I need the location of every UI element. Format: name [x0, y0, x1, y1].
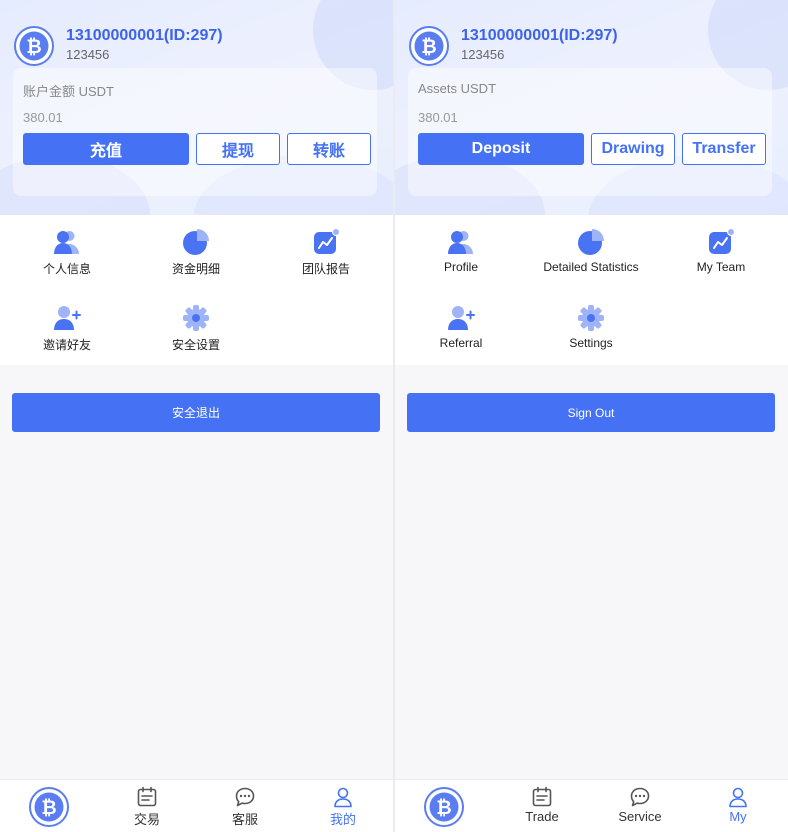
bottom-tab-bar: ₿ 交易 客服 我的 [0, 779, 393, 832]
menu-item-settings[interactable]: Settings [526, 304, 656, 364]
menu-label-referral: 邀请好友 [42, 338, 91, 352]
tab-label-trade: 交易 [133, 812, 160, 827]
tab-trade[interactable]: 交易 [98, 780, 196, 832]
bitcoin-logo-icon: ₿ [29, 787, 69, 827]
users-icon [54, 231, 79, 254]
account-password: 123456 [66, 47, 110, 62]
add-user-icon [448, 306, 475, 330]
chat-icon [630, 787, 650, 807]
add-user-icon [54, 306, 81, 330]
feature-menu: Profile Detailed Statistics My Team Refe… [395, 215, 788, 365]
account-id: 13100000001(ID:297) [461, 27, 618, 44]
balance-label: 账户金额 USDT [23, 84, 115, 99]
tab-service[interactable]: Service [591, 780, 689, 832]
account-password: 123456 [461, 47, 505, 62]
person-icon [334, 787, 352, 808]
menu-item-referral[interactable]: Referral [396, 304, 526, 364]
menu-label-referral: Referral [439, 336, 483, 350]
deposit-button[interactable]: 充值 [23, 133, 189, 165]
withdraw-button[interactable]: Drawing [591, 133, 675, 165]
tab-service[interactable]: 客服 [196, 780, 294, 832]
bottom-tab-bar: ₿ Trade Service My [395, 779, 788, 832]
trend-chart-icon [709, 228, 735, 254]
balance-card: 账户金额 USDT 380.01 充值 提现 转账 [13, 68, 377, 196]
menu-label-settings: Settings [569, 336, 613, 350]
pie-chart-icon [183, 229, 209, 255]
bitcoin-logo-icon: ₿ [409, 26, 449, 66]
balance-label: Assets USDT [418, 81, 497, 96]
menu-item-team[interactable]: 团队报告 [261, 228, 391, 288]
account-header: ₿ 13100000001(ID:297) 123456 账户金额 USDT 3… [0, 0, 393, 215]
balance-value: 380.01 [418, 110, 458, 125]
gear-icon [578, 305, 604, 331]
deposit-button[interactable]: Deposit [418, 133, 584, 165]
mobile-screen-chinese: ₿ 13100000001(ID:297) 123456 账户金额 USDT 3… [0, 0, 393, 832]
trend-chart-icon [314, 228, 340, 254]
menu-label-statistics: 资金明细 [171, 262, 220, 276]
balance-card: Assets USDT 380.01 Deposit Drawing Trans… [408, 68, 772, 196]
tab-label-my: My [729, 809, 747, 824]
transfer-button[interactable]: 转账 [287, 133, 371, 165]
mobile-screen-english: ₿ 13100000001(ID:297) 123456 Assets USDT… [395, 0, 788, 832]
calendar-icon [137, 786, 157, 807]
bitcoin-logo-icon: ₿ [424, 787, 464, 827]
tab-home[interactable]: ₿ [395, 780, 493, 832]
balance-value: 380.01 [23, 110, 63, 125]
chat-icon [235, 787, 255, 807]
users-icon [448, 231, 473, 254]
menu-label-profile: 个人信息 [42, 262, 91, 276]
svg-text:₿: ₿ [26, 36, 41, 58]
gear-icon [183, 305, 209, 331]
tab-trade[interactable]: Trade [493, 780, 591, 832]
tab-my[interactable]: My [689, 780, 787, 832]
tab-my[interactable]: 我的 [294, 780, 392, 832]
sign-out-button[interactable]: 安全退出 [12, 393, 380, 432]
menu-label-statistics: Detailed Statistics [543, 260, 639, 274]
transfer-button[interactable]: Transfer [682, 133, 766, 165]
account-id: 13100000001(ID:297) [66, 27, 223, 44]
svg-text:₿: ₿ [41, 797, 56, 819]
sign-out-button[interactable]: Sign Out [407, 393, 775, 432]
menu-item-settings[interactable]: 安全设置 [131, 304, 261, 364]
menu-item-profile[interactable]: 个人信息 [2, 228, 132, 288]
person-icon [729, 787, 747, 808]
menu-item-team[interactable]: My Team [656, 228, 786, 288]
withdraw-button[interactable]: 提现 [196, 133, 280, 165]
bitcoin-logo-icon: ₿ [14, 26, 54, 66]
tab-label-trade: Trade [525, 809, 559, 824]
menu-label-profile: Profile [443, 260, 478, 274]
menu-item-profile[interactable]: Profile [396, 228, 526, 288]
calendar-icon [532, 786, 552, 807]
feature-menu: 个人信息 资金明细 团队报告 邀请好友 安全设置 [0, 215, 393, 365]
pie-chart-icon [578, 229, 604, 255]
menu-label-team: My Team [696, 260, 746, 274]
tab-home[interactable]: ₿ [0, 780, 98, 832]
tab-label-service: Service [618, 809, 662, 824]
menu-item-referral[interactable]: 邀请好友 [2, 304, 132, 364]
menu-label-team: 团队报告 [301, 262, 350, 276]
menu-item-statistics[interactable]: Detailed Statistics [526, 228, 656, 288]
menu-label-settings: 安全设置 [171, 338, 220, 352]
svg-text:₿: ₿ [436, 797, 451, 819]
menu-item-statistics[interactable]: 资金明细 [131, 228, 261, 288]
tab-label-service: 客服 [231, 812, 258, 827]
account-header: ₿ 13100000001(ID:297) 123456 Assets USDT… [395, 0, 788, 215]
tab-label-my: 我的 [329, 812, 356, 827]
svg-text:₿: ₿ [421, 36, 436, 58]
